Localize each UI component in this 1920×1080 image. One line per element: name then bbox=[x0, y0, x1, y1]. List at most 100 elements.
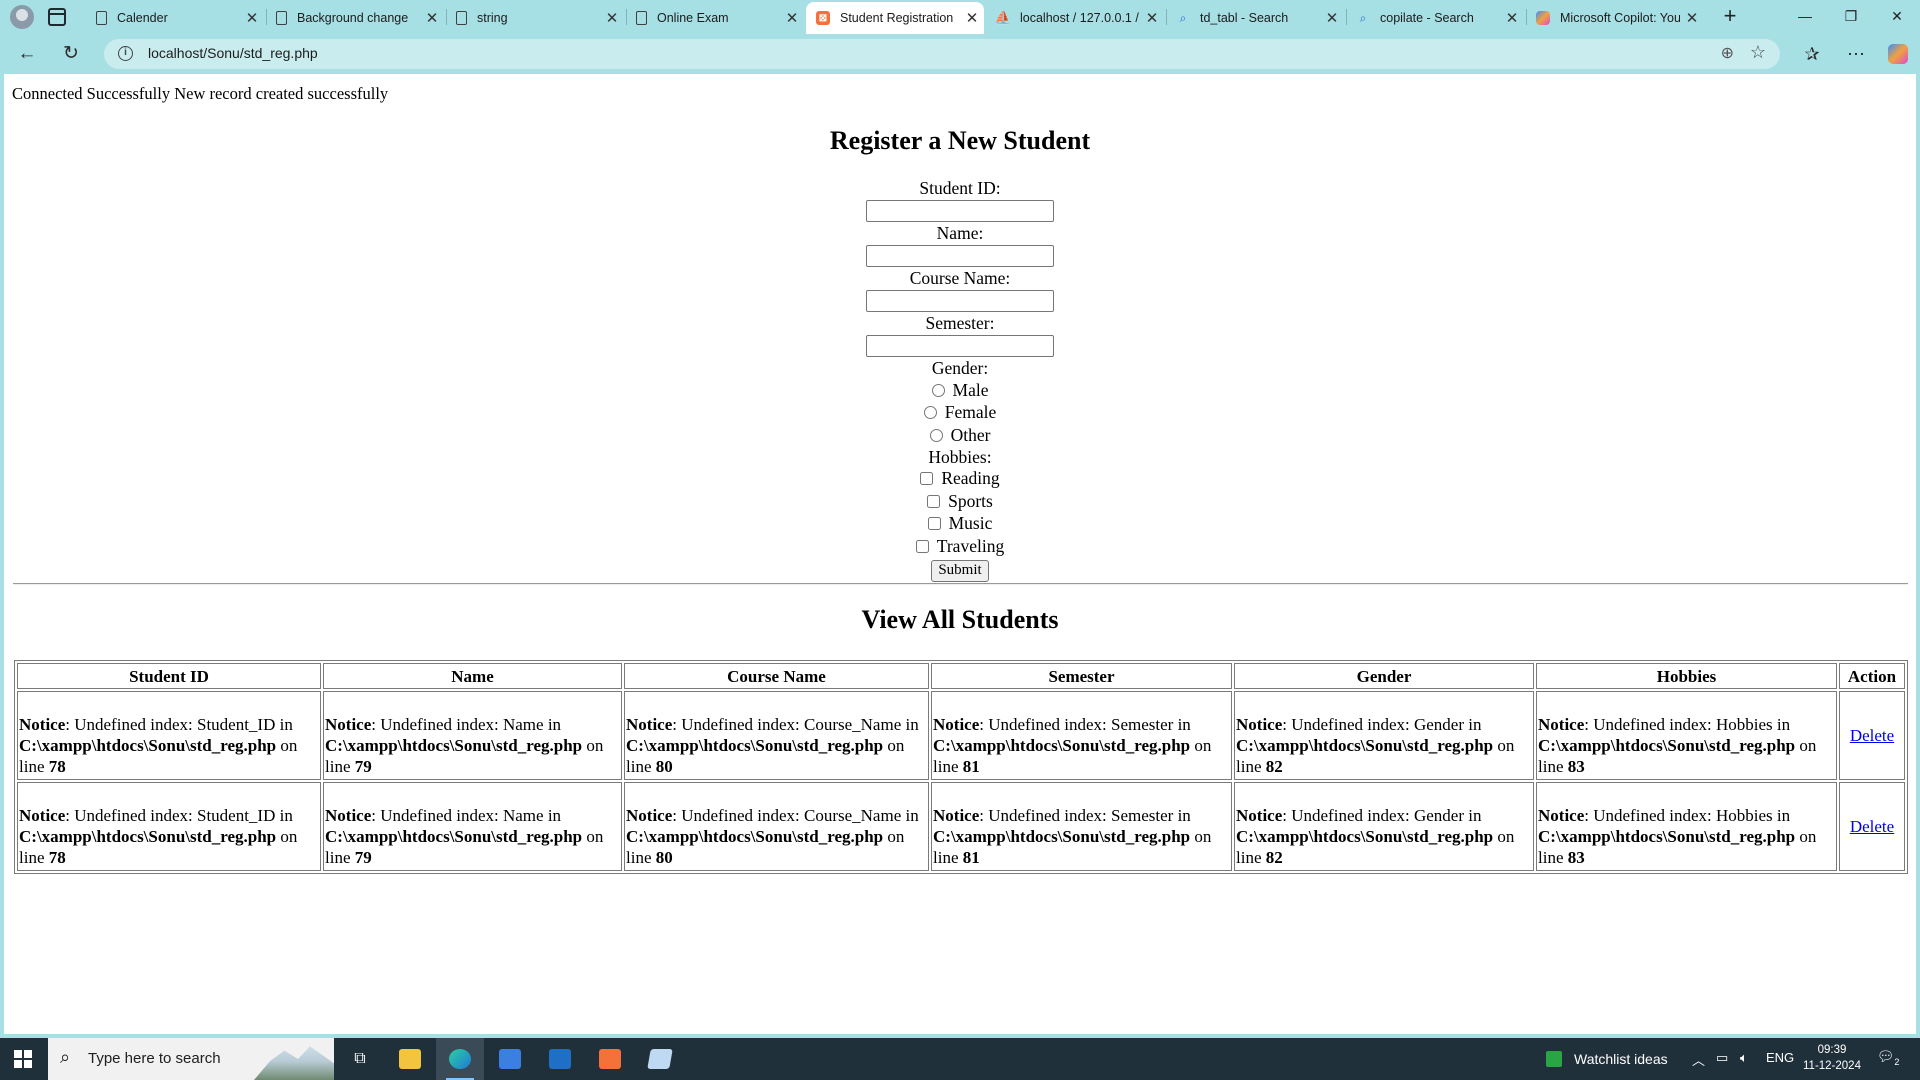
notice-line: 83 bbox=[1567, 757, 1585, 776]
notice-label: Notice bbox=[19, 715, 66, 734]
hobby-reading-checkbox[interactable] bbox=[920, 472, 934, 486]
column-header: Gender bbox=[1234, 663, 1534, 689]
more-options-icon[interactable]: ⋯ bbox=[1842, 41, 1870, 67]
tab-copilate-search[interactable]: ⌕ copilate - Search ✕ bbox=[1346, 2, 1524, 34]
zoom-icon[interactable]: ⊕ bbox=[1721, 43, 1734, 63]
network-icon[interactable]: ▭ bbox=[1716, 1050, 1728, 1066]
hobby-music-checkbox[interactable] bbox=[927, 517, 941, 531]
submit-button[interactable]: Submit bbox=[931, 559, 989, 582]
hobby-sports-checkbox[interactable] bbox=[927, 494, 941, 508]
taskbar-search-box[interactable]: ⌕ Type here to search bbox=[48, 1038, 334, 1080]
volume-icon[interactable]: 🔈︎ bbox=[1740, 1050, 1748, 1066]
notice-cell: Notice: Undefined index: Name in C:\xamp… bbox=[323, 782, 622, 871]
back-button[interactable]: ← bbox=[12, 40, 42, 68]
notification-icon[interactable]: 💬︎2 bbox=[1876, 1048, 1900, 1070]
tab-label: Microsoft Copilot: You bbox=[1560, 11, 1680, 25]
hobby-option-traveling: Traveling bbox=[915, 535, 1004, 558]
tab-actions-icon[interactable] bbox=[48, 8, 66, 26]
info-icon[interactable]: i bbox=[118, 46, 133, 61]
course-name-input[interactable] bbox=[866, 290, 1054, 312]
url-text[interactable]: localhost/Sonu/std_reg.php bbox=[148, 45, 318, 61]
close-icon[interactable]: ✕ bbox=[1680, 9, 1704, 27]
name-input[interactable] bbox=[866, 245, 1054, 267]
copilot-icon[interactable] bbox=[1884, 41, 1912, 67]
weather-widget[interactable]: Watchlist ideas bbox=[1546, 1038, 1668, 1080]
close-icon[interactable]: ✕ bbox=[960, 9, 984, 27]
watchlist-icon bbox=[1546, 1051, 1562, 1067]
tab-label: Student Registration bbox=[840, 11, 954, 25]
close-icon[interactable]: ✕ bbox=[1500, 9, 1524, 27]
notepad-icon[interactable] bbox=[636, 1038, 684, 1080]
hobby-option-label: Reading bbox=[941, 468, 1000, 489]
notice-cell: Notice: Undefined index: Semester in C:\… bbox=[931, 782, 1232, 871]
tab-calender[interactable]: Calender ✕ bbox=[86, 2, 264, 34]
student-id-input[interactable] bbox=[866, 200, 1054, 222]
notice-line: 81 bbox=[962, 848, 980, 867]
system-clock[interactable]: 09:39 11-12-2024 bbox=[1800, 1042, 1864, 1074]
task-view-icon[interactable]: ⧉ bbox=[336, 1038, 384, 1080]
restore-button[interactable]: ❐ bbox=[1828, 0, 1874, 34]
notice-path: C:\xampp\htdocs\Sonu\std_reg.php bbox=[19, 736, 277, 755]
notice-index: Hobbies bbox=[1715, 806, 1773, 825]
notice-cell: Notice: Undefined index: Course_Name in … bbox=[624, 691, 929, 780]
edge-browser-icon[interactable] bbox=[436, 1038, 484, 1080]
tab-student-registration[interactable]: ⊠ Student Registration ✕ bbox=[806, 2, 984, 34]
close-icon[interactable]: ✕ bbox=[600, 9, 624, 27]
new-tab-button[interactable]: + bbox=[1716, 3, 1744, 31]
gender-option-label: Female bbox=[944, 402, 997, 423]
tab-background-change[interactable]: Background change ✕ bbox=[266, 2, 444, 34]
delete-link[interactable]: Delete bbox=[1850, 817, 1894, 836]
close-window-button[interactable]: ✕ bbox=[1874, 0, 1920, 34]
search-icon: ⌕ bbox=[1359, 10, 1367, 25]
close-icon[interactable]: ✕ bbox=[780, 9, 804, 27]
gender-male-radio[interactable] bbox=[931, 383, 945, 397]
favorite-star-icon[interactable]: ☆ bbox=[1750, 42, 1766, 63]
tab-microsoft-copilot[interactable]: Microsoft Copilot: You ✕ bbox=[1526, 2, 1704, 34]
semester-input[interactable] bbox=[866, 335, 1054, 357]
notice-label: Notice bbox=[325, 715, 372, 734]
refresh-button[interactable]: ↻ bbox=[56, 40, 86, 68]
notice-index: Course_Name bbox=[803, 806, 902, 825]
minimize-button[interactable]: — bbox=[1782, 0, 1828, 34]
hobbies-label: Hobbies: bbox=[928, 446, 992, 467]
notice-cell: Notice: Undefined index: Gender in C:\xa… bbox=[1234, 782, 1534, 871]
gender-female-radio[interactable] bbox=[923, 406, 937, 420]
table-row: Notice: Undefined index: Student_ID in C… bbox=[17, 782, 1905, 871]
tab-td-tabl-search[interactable]: ⌕ td_tabl - Search ✕ bbox=[1166, 2, 1344, 34]
microsoft-store-icon[interactable] bbox=[486, 1038, 534, 1080]
notice-path: C:\xampp\htdocs\Sonu\std_reg.php bbox=[1538, 736, 1796, 755]
search-placeholder[interactable]: Type here to search bbox=[88, 1050, 221, 1067]
notice-path: C:\xampp\htdocs\Sonu\std_reg.php bbox=[933, 827, 1191, 846]
close-icon[interactable]: ✕ bbox=[420, 9, 444, 27]
chevron-up-icon[interactable]: ︿ bbox=[1692, 1050, 1705, 1069]
hobby-traveling-checkbox[interactable] bbox=[915, 539, 929, 553]
notice-line: 82 bbox=[1265, 757, 1283, 776]
notice-label: Notice bbox=[626, 806, 673, 825]
windows-start-button[interactable] bbox=[0, 1038, 46, 1080]
delete-link[interactable]: Delete bbox=[1850, 726, 1894, 745]
notice-index: Semester bbox=[1110, 715, 1174, 734]
tab-online-exam[interactable]: Online Exam ✕ bbox=[626, 2, 804, 34]
windows-taskbar: ⌕ Type here to search ⧉ Watchlist ideas … bbox=[0, 1038, 1920, 1080]
close-icon[interactable]: ✕ bbox=[1140, 9, 1164, 27]
language-indicator[interactable]: ENG bbox=[1766, 1050, 1794, 1065]
close-icon[interactable]: ✕ bbox=[1320, 9, 1344, 27]
tab-string[interactable]: string ✕ bbox=[446, 2, 624, 34]
file-explorer-icon[interactable] bbox=[386, 1038, 434, 1080]
address-bar[interactable]: i localhost/Sonu/std_reg.php ⊕ ☆ bbox=[104, 39, 1780, 69]
copilot-icon bbox=[1536, 11, 1550, 25]
tab-phpmyadmin[interactable]: ⛵ localhost / 127.0.0.1 / ✕ bbox=[986, 2, 1164, 34]
phpmyadmin-icon: ⛵ bbox=[994, 10, 1012, 25]
gender-option-label: Other bbox=[950, 424, 991, 445]
gender-other-radio[interactable] bbox=[929, 428, 943, 442]
notice-cell: Notice: Undefined index: Student_ID in C… bbox=[17, 691, 321, 780]
mail-icon[interactable] bbox=[536, 1038, 584, 1080]
profile-avatar[interactable] bbox=[10, 5, 34, 29]
window-frame bbox=[1916, 74, 1920, 1038]
clock-date: 11-12-2024 bbox=[1803, 1060, 1861, 1072]
favorites-icon[interactable]: ✰ bbox=[1798, 41, 1826, 67]
hobby-option-sports: Sports bbox=[927, 490, 993, 513]
xampp-icon[interactable] bbox=[586, 1038, 634, 1080]
divider bbox=[13, 583, 1908, 585]
close-icon[interactable]: ✕ bbox=[240, 9, 264, 27]
